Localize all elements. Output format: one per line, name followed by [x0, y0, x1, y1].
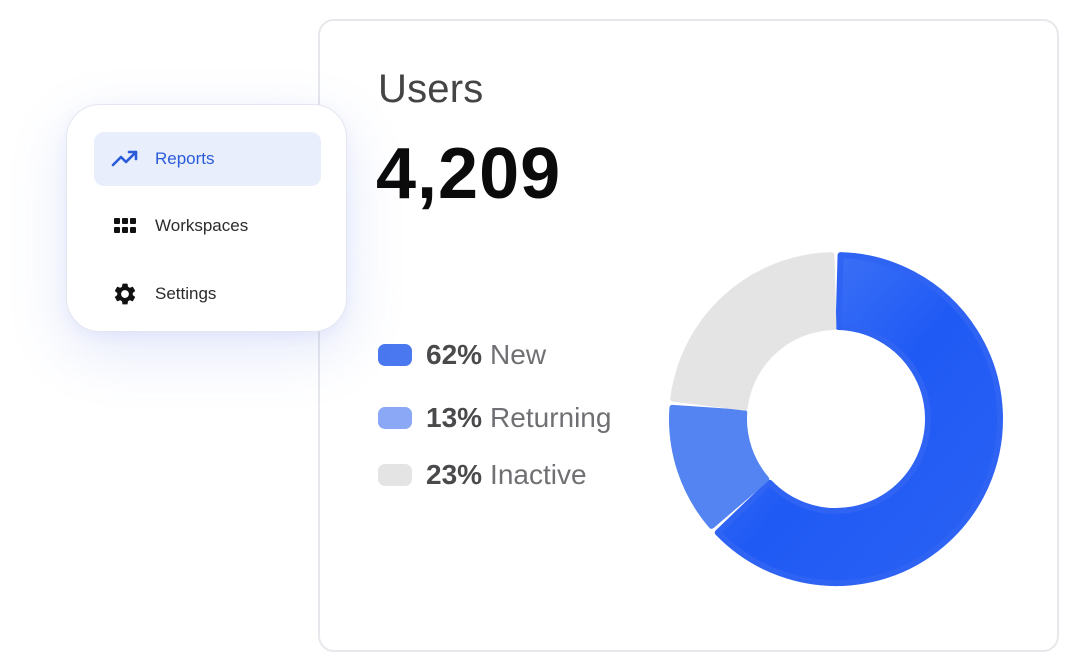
legend-swatch-returning — [378, 407, 412, 429]
nav-item-settings[interactable]: Settings — [94, 267, 321, 321]
donut-slice-inactive — [670, 252, 837, 411]
nav-item-workspaces[interactable]: Workspaces — [94, 199, 321, 253]
nav-item-reports[interactable]: Reports — [94, 132, 321, 186]
legend-swatch-inactive — [378, 464, 412, 486]
legend-pct: 62% — [426, 339, 483, 370]
legend-label: New — [490, 339, 547, 370]
legend-label: Inactive — [490, 459, 587, 490]
legend-item-returning: 13% Returning — [378, 402, 611, 434]
legend-swatch-new — [378, 344, 412, 366]
nav-label: Reports — [155, 149, 215, 168]
nav-label: Workspaces — [155, 216, 249, 235]
legend-item-new: 62% New — [378, 339, 546, 371]
user-count: 4,209 — [376, 134, 562, 214]
nav-menu: Reports Workspaces Settings — [66, 104, 347, 332]
legend-label: Returning — [490, 402, 612, 433]
donut-chart — [669, 252, 1003, 586]
grid-icon — [111, 212, 139, 240]
nav-label: Settings — [155, 284, 217, 303]
legend-pct: 13% — [426, 402, 483, 433]
gear-icon — [111, 280, 139, 308]
trending-up-icon — [111, 145, 139, 173]
card-title: Users — [378, 67, 484, 111]
users-card: Users 4,209 62% New 13% Returning 23% In… — [318, 19, 1059, 652]
legend-pct: 23% — [426, 459, 483, 490]
legend-item-inactive: 23% Inactive — [378, 459, 587, 491]
stage: Users 4,209 62% New 13% Returning 23% In… — [0, 0, 1080, 672]
